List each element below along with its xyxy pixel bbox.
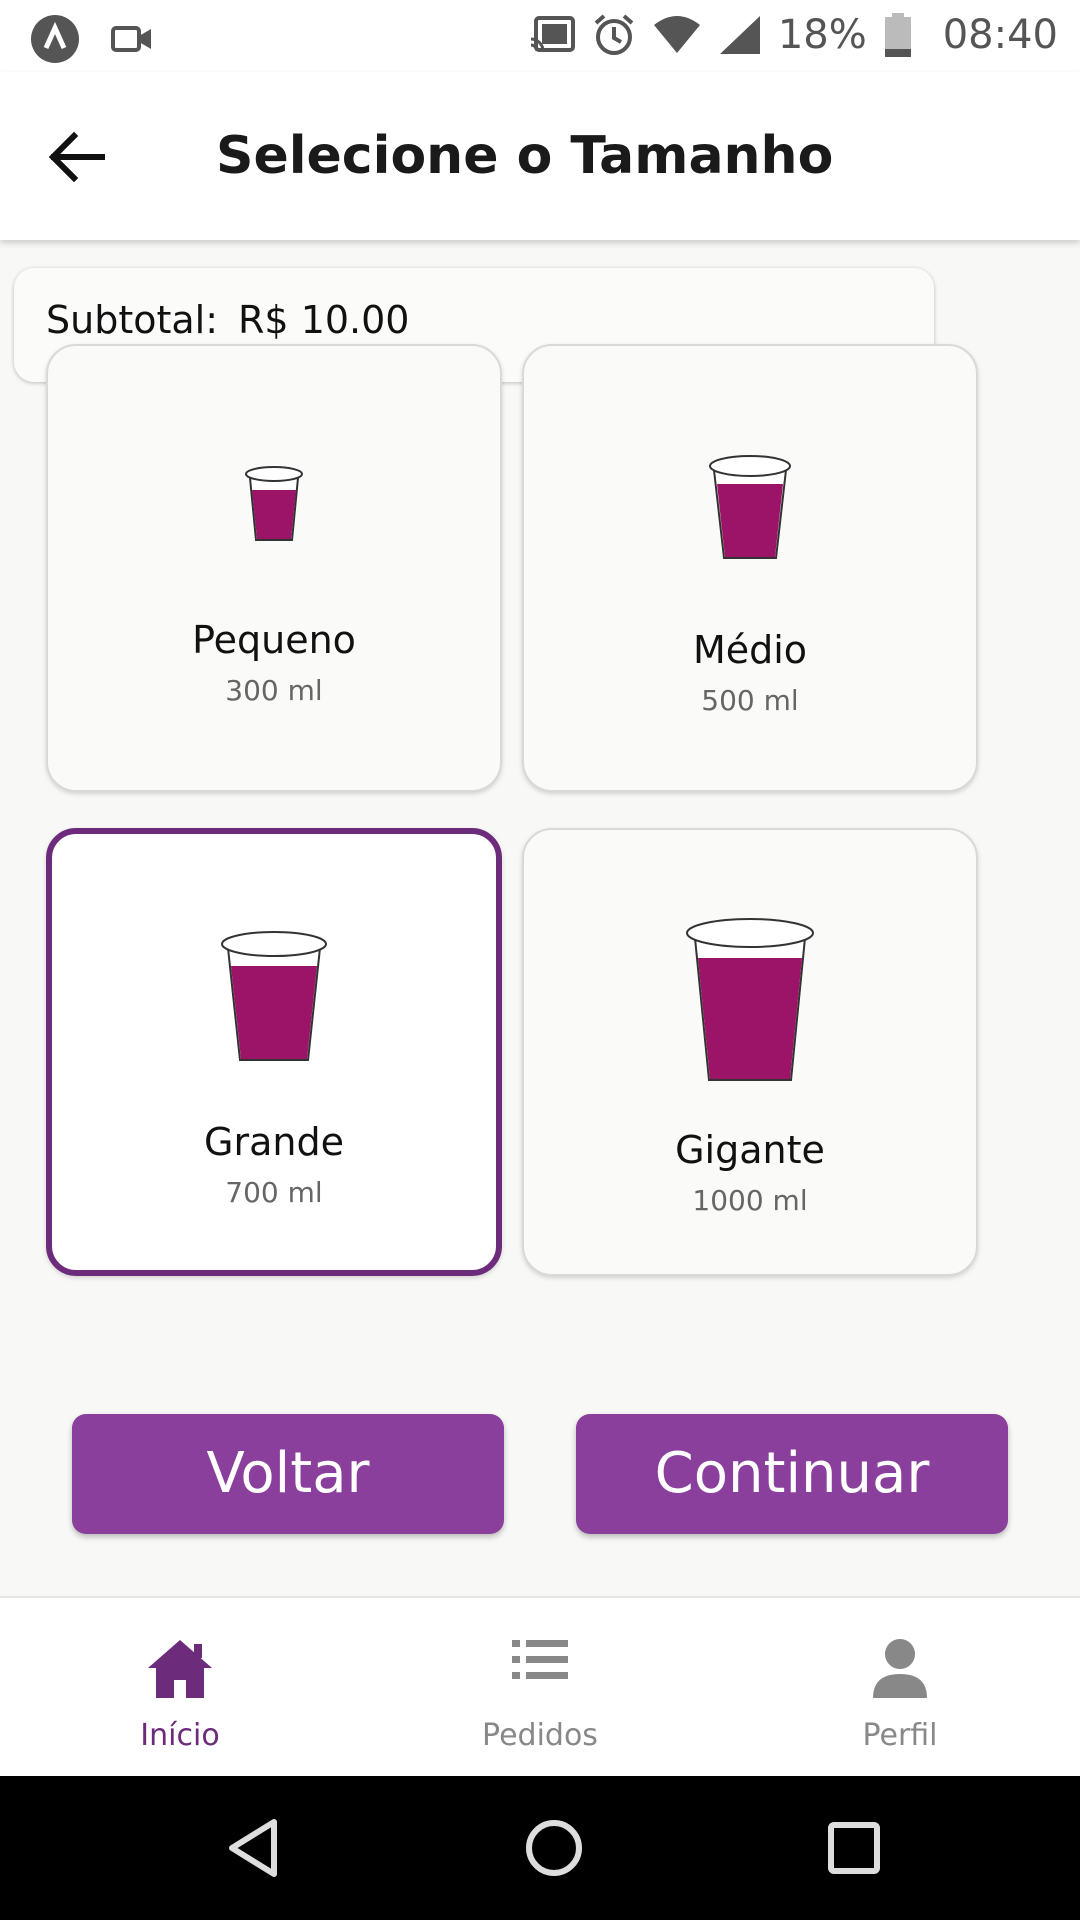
arrow-left-icon — [48, 131, 105, 183]
size-name: Pequeno — [192, 618, 356, 662]
nav-item-inicio[interactable]: Início — [60, 1598, 300, 1778]
size-name: Gigante — [675, 1128, 825, 1172]
size-card-grande[interactable]: Grande 700 ml — [46, 828, 502, 1276]
size-card-gigante[interactable]: Gigante 1000 ml — [522, 828, 978, 1276]
nav-recents-square-icon[interactable] — [814, 1808, 894, 1888]
app-notification-icon — [31, 15, 79, 63]
size-volume: 300 ml — [225, 674, 323, 707]
nav-label: Início — [140, 1718, 220, 1753]
nav-item-pedidos[interactable]: Pedidos — [420, 1598, 660, 1778]
system-nav-bar — [0, 1776, 1080, 1920]
cup-medium-icon — [709, 455, 791, 559]
size-card-medio[interactable]: Médio 500 ml — [522, 344, 978, 792]
battery-icon — [884, 13, 911, 57]
nav-item-perfil[interactable]: Perfil — [780, 1598, 1020, 1778]
status-bar: 18% 08:40 — [0, 0, 1080, 72]
size-volume: 500 ml — [701, 684, 799, 717]
nav-label: Perfil — [862, 1718, 938, 1753]
subtotal-label: Subtotal: — [46, 298, 219, 342]
page-title: Selecione o Tamanho — [216, 126, 834, 186]
cup-small-icon — [245, 466, 303, 541]
alarm-icon — [594, 14, 634, 55]
wifi-icon — [653, 16, 700, 53]
nav-label: Pedidos — [482, 1718, 598, 1753]
video-camera-icon — [111, 26, 151, 52]
size-volume: 1000 ml — [692, 1184, 808, 1217]
size-card-pequeno[interactable]: Pequeno 300 ml — [46, 344, 502, 792]
list-icon — [512, 1640, 568, 1679]
person-icon — [873, 1639, 927, 1698]
nav-home-circle-icon[interactable] — [514, 1808, 594, 1888]
subtotal-value: R$ 10.00 — [238, 298, 410, 342]
size-volume: 700 ml — [225, 1176, 323, 1209]
size-name: Grande — [204, 1120, 344, 1164]
app-bar: Selecione o Tamanho — [0, 72, 1080, 240]
back-button[interactable] — [44, 124, 110, 190]
bottom-nav: Início Pedidos Perfil — [0, 1596, 1080, 1776]
home-icon — [148, 1640, 212, 1698]
nav-back-triangle-icon[interactable] — [216, 1808, 296, 1888]
cup-giant-icon — [686, 918, 814, 1081]
battery-percent: 18% — [777, 12, 867, 58]
size-name: Médio — [692, 628, 808, 672]
cup-large-icon — [221, 931, 327, 1061]
clock: 08:40 — [942, 12, 1058, 58]
cast-icon — [530, 16, 575, 52]
signal-icon — [719, 16, 760, 54]
back-action-button[interactable]: Voltar — [72, 1414, 504, 1534]
continue-button[interactable]: Continuar — [576, 1414, 1008, 1534]
